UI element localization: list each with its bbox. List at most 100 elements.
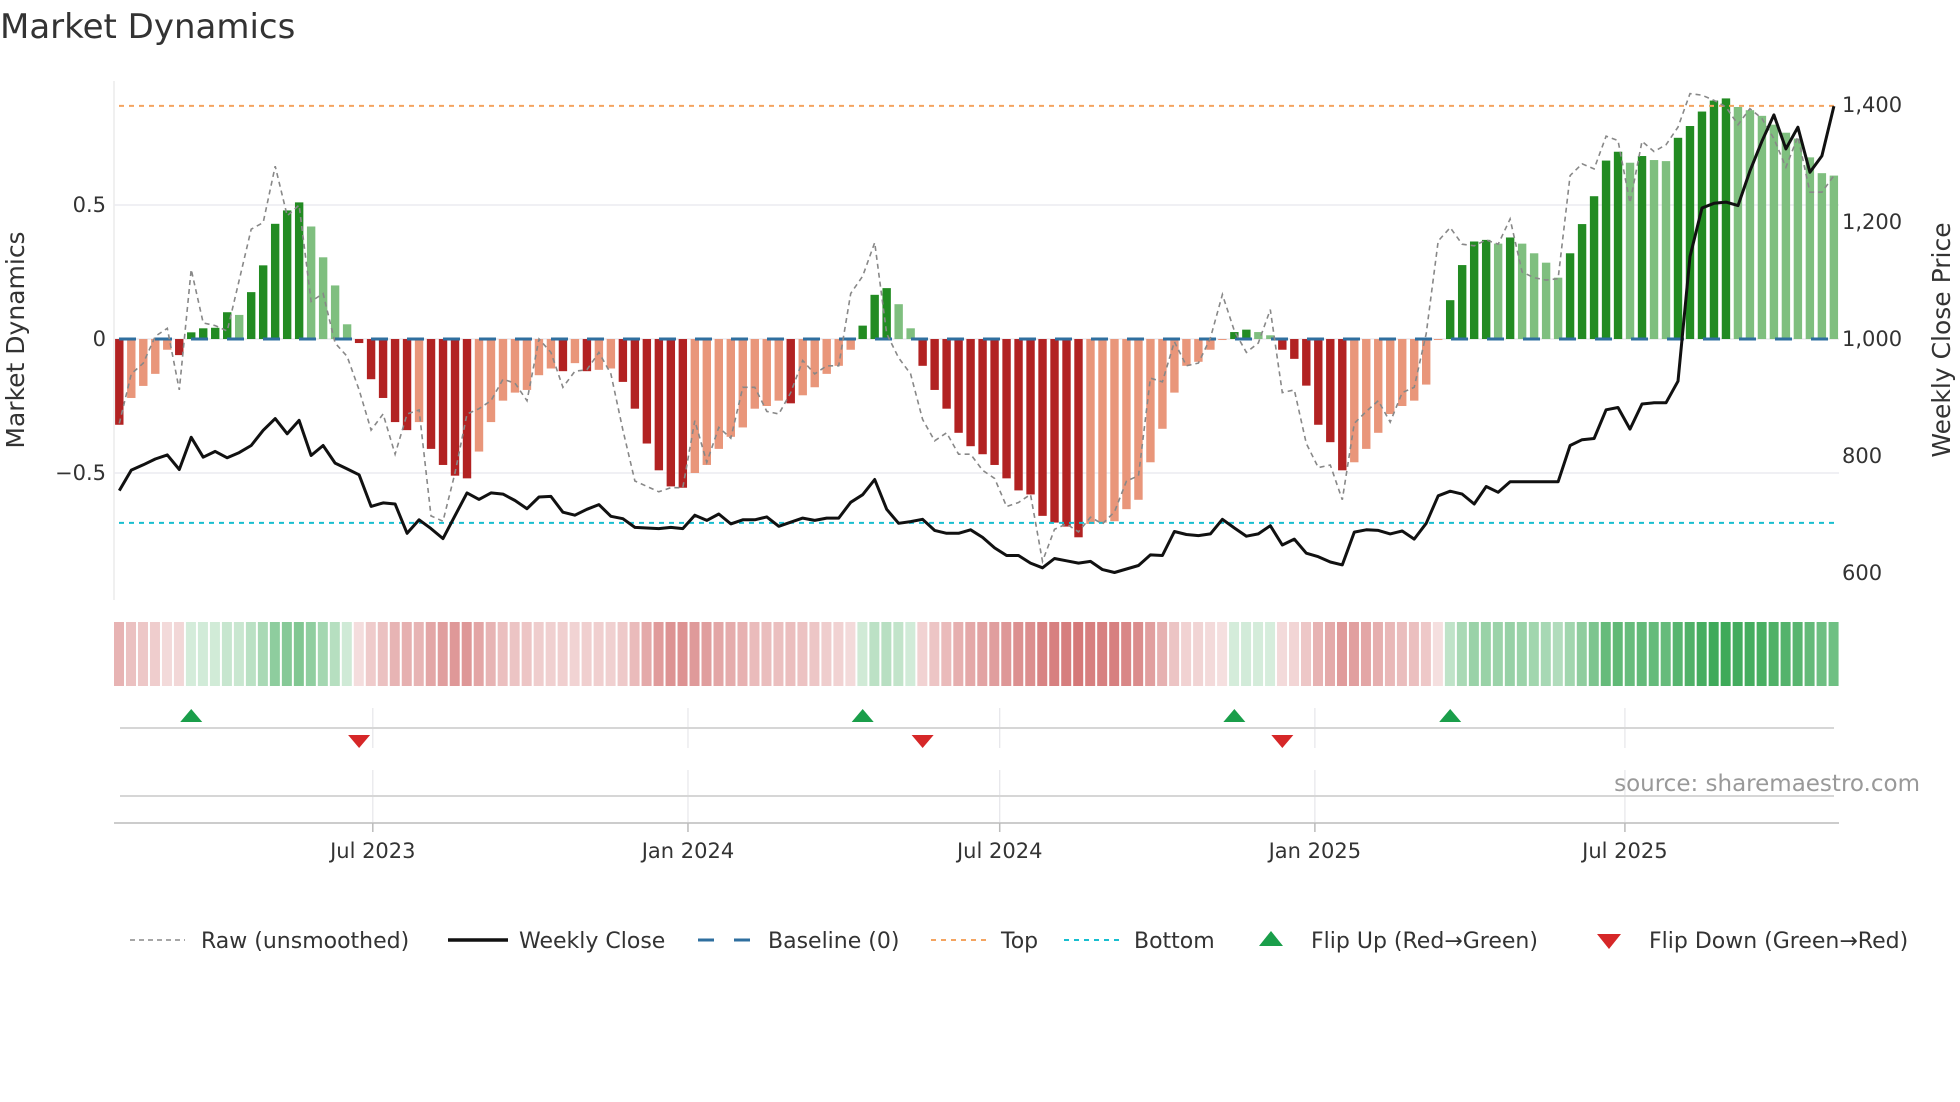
heat-cell [893, 622, 904, 686]
bar [990, 339, 999, 465]
bar [1721, 98, 1731, 340]
bar [1673, 137, 1683, 340]
heat-cell [1289, 622, 1300, 686]
legend-label: Flip Down (Green→Red) [1649, 929, 1908, 954]
heat-cell [941, 622, 952, 686]
bar [426, 339, 436, 449]
bar [1314, 339, 1323, 425]
bar [1517, 243, 1527, 340]
flip-down-marker [1271, 735, 1294, 748]
bar [1110, 339, 1119, 522]
heat-cell [137, 622, 148, 686]
bar [594, 339, 604, 370]
heat-cell [1384, 622, 1395, 686]
heat-cell [1660, 622, 1671, 686]
bar [1781, 132, 1791, 340]
y-tick-label: −0.5 [55, 461, 106, 485]
heat-cell [1780, 622, 1791, 686]
heat-cell [929, 622, 940, 686]
heat-cell [1013, 622, 1024, 686]
heat-cell [1432, 622, 1443, 686]
heat-cell [1157, 622, 1168, 686]
bar [1529, 253, 1539, 340]
heat-cell [533, 622, 544, 686]
bar [1661, 161, 1671, 340]
flip-up-marker [1223, 709, 1246, 722]
heat-cell [1205, 622, 1216, 686]
heat-cell [569, 622, 580, 686]
heat-cell [1468, 622, 1479, 686]
heat-cell [1792, 622, 1803, 686]
heat-cell [209, 622, 220, 686]
legend-item-flip_down: Flip Down (Green→Red) [1597, 929, 1908, 954]
bar [690, 339, 700, 473]
heat-cell [821, 622, 832, 686]
heat-cell [641, 622, 652, 686]
y2-tick-label: 800 [1842, 444, 1882, 468]
heat-cell [1708, 622, 1719, 686]
bar [378, 339, 388, 398]
x-tick-label: Jan 2025 [1267, 839, 1362, 863]
heat-cell [269, 622, 280, 686]
bar [774, 339, 783, 401]
bar [1074, 339, 1083, 538]
heat-cell [341, 622, 352, 686]
heat-cell [761, 622, 772, 686]
chart-title: Market Dynamics [0, 7, 295, 47]
bar [1685, 126, 1695, 340]
bar [1002, 339, 1011, 479]
heat-cell [413, 622, 424, 686]
bar [882, 288, 891, 340]
bar [1422, 339, 1431, 385]
bar [678, 339, 688, 488]
heat-cell [1193, 622, 1204, 686]
bar [1553, 277, 1563, 340]
heat-cell [1516, 622, 1527, 686]
bar [1026, 339, 1035, 495]
heat-cell [1672, 622, 1683, 686]
heat-cell [1145, 622, 1156, 686]
heat-cell [1756, 622, 1767, 686]
heat-cell [665, 622, 676, 686]
bar [654, 339, 664, 471]
x-tick-label: Jul 2023 [328, 839, 415, 863]
flip-up-marker [851, 709, 874, 722]
heat-cell [1576, 622, 1587, 686]
heat-cell [521, 622, 532, 686]
heat-cell [857, 622, 868, 686]
legend-item-top: Top [931, 929, 1038, 954]
bar [1326, 339, 1335, 443]
heat-cell [305, 622, 316, 686]
bar [199, 328, 208, 340]
bar [1577, 224, 1587, 340]
heat-cell [1444, 622, 1455, 686]
heat-cell [1217, 622, 1228, 686]
bar [354, 339, 364, 344]
bar [1565, 253, 1575, 340]
heat-cell [425, 622, 436, 686]
bar [738, 339, 747, 428]
heat-cell [1744, 622, 1755, 686]
bar [318, 257, 328, 340]
heat-cell [1336, 622, 1347, 686]
bar [1122, 339, 1131, 510]
bar [1733, 106, 1743, 340]
heat-cell [785, 622, 796, 686]
bar [1050, 339, 1059, 523]
heat-cell [173, 622, 184, 686]
heat-cell [989, 622, 1000, 686]
bar [930, 339, 939, 390]
bar [570, 339, 580, 364]
legend: Raw (unsmoothed) Weekly Close Baseline (0)… [130, 929, 1908, 954]
bar [474, 339, 484, 452]
legend-item-bottom: Bottom [1064, 929, 1215, 954]
bar [1601, 160, 1611, 340]
source-label: source: sharemaestro.com [1614, 771, 1920, 797]
heat-cell [281, 622, 292, 686]
heat-cell [497, 622, 508, 686]
heat-cell [773, 622, 784, 686]
heat-cell [149, 622, 160, 686]
bar [1481, 239, 1491, 340]
heat-cell [1241, 622, 1252, 686]
legend-item-raw: Raw (unsmoothed) [130, 929, 409, 954]
